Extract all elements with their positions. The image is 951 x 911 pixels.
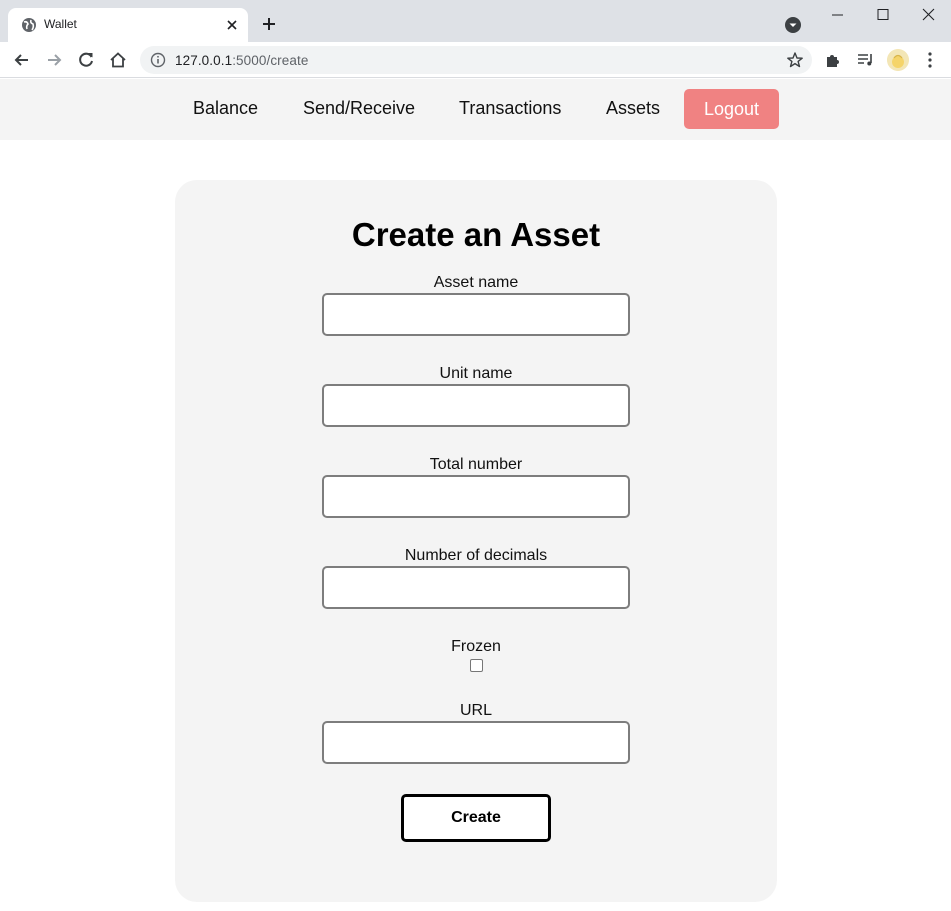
unit-name-input[interactable] — [322, 384, 630, 427]
url-input[interactable] — [322, 721, 630, 764]
tab-search-icon[interactable] — [784, 16, 802, 34]
tab-strip: Wallet — [0, 0, 951, 42]
logout-button[interactable]: Logout — [684, 89, 779, 129]
nav-send-receive[interactable]: Send/Receive — [303, 98, 415, 119]
frozen-checkbox[interactable] — [470, 659, 483, 672]
nav-assets[interactable]: Assets — [606, 98, 660, 119]
decimals-label: Number of decimals — [404, 547, 548, 564]
tab-title: Wallet — [44, 17, 77, 31]
home-icon[interactable] — [108, 50, 128, 70]
media-icon[interactable] — [856, 51, 876, 69]
unit-name-label: Unit name — [439, 365, 513, 382]
frozen-label: Frozen — [451, 638, 501, 655]
reload-icon[interactable] — [76, 50, 96, 70]
address-bar[interactable]: 127.0.0.1:5000/create — [140, 46, 812, 74]
kebab-menu-icon[interactable] — [922, 51, 938, 69]
asset-name-label: Asset name — [433, 274, 519, 291]
close-icon[interactable] — [224, 17, 240, 33]
forward-icon[interactable] — [44, 50, 64, 70]
url-path: :5000/create — [232, 53, 309, 68]
url-text: 127.0.0.1:5000/create — [175, 53, 308, 68]
maximize-icon[interactable] — [873, 6, 893, 24]
total-number-label: Total number — [429, 456, 523, 473]
nav-balance[interactable]: Balance — [193, 98, 258, 119]
browser-tab[interactable]: Wallet — [8, 8, 248, 42]
create-button[interactable]: Create — [401, 794, 551, 842]
info-icon[interactable] — [150, 52, 166, 68]
browser-toolbar: 127.0.0.1:5000/create — [0, 42, 951, 78]
extensions-icon[interactable] — [824, 51, 842, 69]
profile-avatar-icon — [887, 49, 909, 71]
total-number-input[interactable] — [322, 475, 630, 518]
create-asset-card: Create an Asset Asset name Unit name Tot… — [175, 180, 777, 902]
asset-name-input[interactable] — [322, 293, 630, 336]
nav-transactions[interactable]: Transactions — [459, 98, 561, 119]
avatar[interactable] — [887, 49, 909, 71]
top-navigation: Balance Send/Receive Transactions Assets… — [0, 79, 951, 140]
back-icon[interactable] — [12, 50, 32, 70]
plus-icon[interactable] — [260, 15, 278, 33]
globe-icon — [22, 18, 36, 32]
window-close-icon[interactable] — [919, 6, 939, 24]
url-label: URL — [459, 702, 492, 719]
decimals-input[interactable] — [322, 566, 630, 609]
minimize-icon[interactable] — [828, 6, 848, 24]
url-host: 127.0.0.1 — [175, 53, 233, 68]
page-title: Create an Asset — [351, 216, 601, 253]
star-icon[interactable] — [786, 51, 804, 69]
